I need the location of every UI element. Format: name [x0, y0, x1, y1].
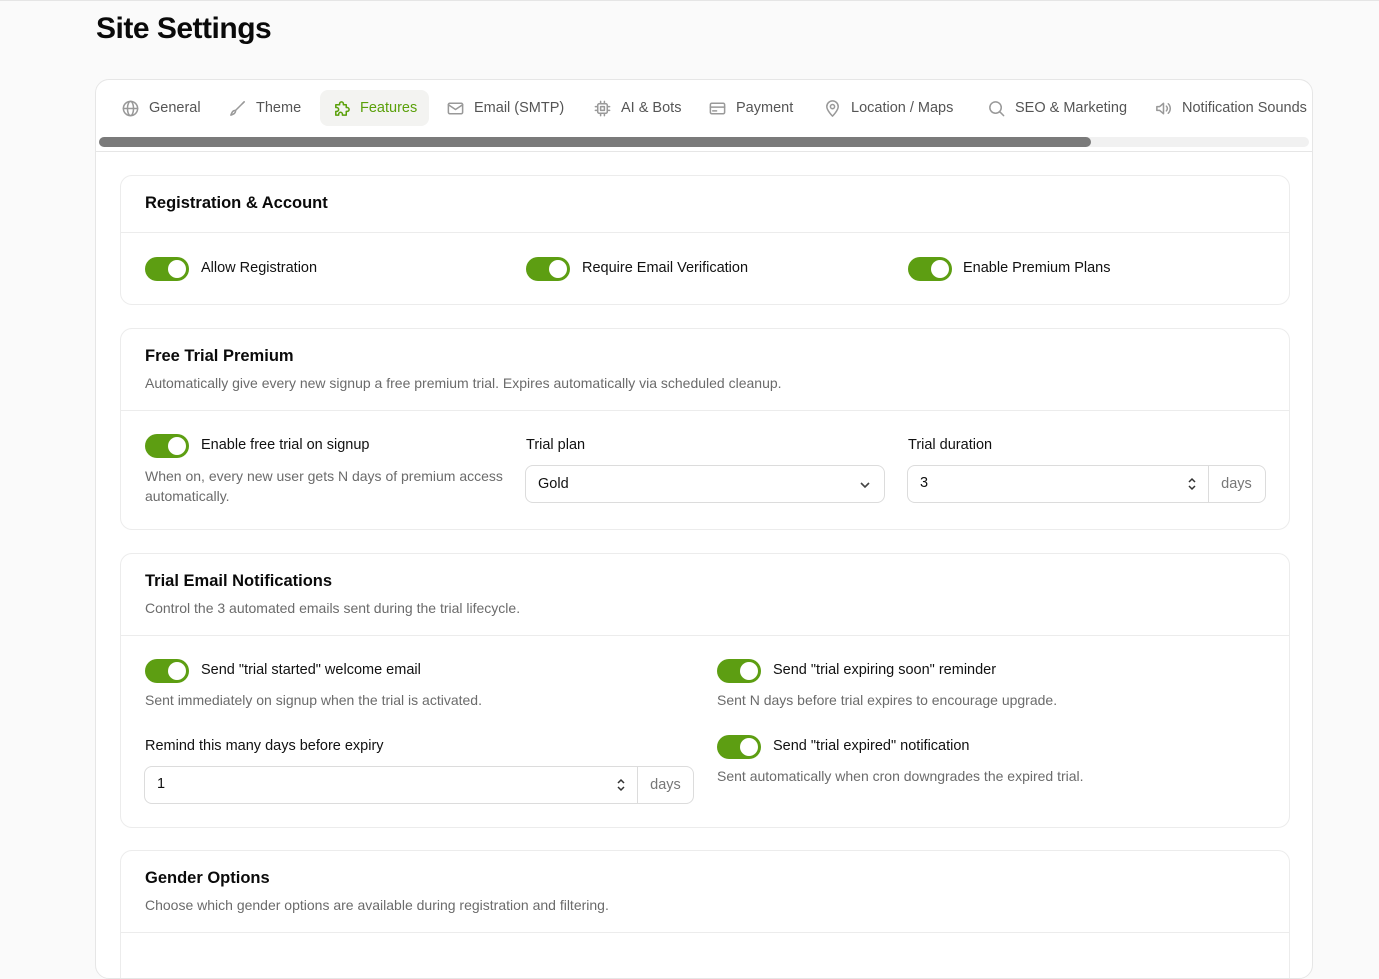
select-value: Gold: [538, 476, 569, 492]
allow-registration-toggle[interactable]: [145, 257, 189, 281]
toggle-label: Allow Registration: [201, 260, 318, 276]
mail-icon: [447, 102, 464, 114]
trial-duration-field: 3 days: [907, 465, 1266, 503]
tab-label: General: [149, 100, 201, 116]
card-title: Free Trial Premium: [145, 347, 294, 365]
trial-expired-notification-toggle[interactable]: [717, 735, 761, 759]
gender-options-card: Gender Options Choose which gender optio…: [120, 850, 1290, 978]
puzzle-icon: [335, 100, 350, 116]
require-email-verification-toggle[interactable]: [526, 257, 570, 281]
trial-expiring-reminder-toggle[interactable]: [717, 659, 761, 683]
card-header: Free Trial Premium Automatically give ev…: [121, 329, 1289, 411]
card-title: Registration & Account: [145, 194, 328, 212]
toggle-help-text: Sent immediately on signup when the tria…: [145, 692, 482, 708]
tab-label: Notification Sounds: [1182, 100, 1307, 116]
tab-email-smtp[interactable]: Email (SMTP): [434, 90, 576, 126]
input-value: 1: [157, 776, 166, 792]
stepper-icon[interactable]: [1186, 476, 1198, 492]
stepper-icon[interactable]: [615, 777, 627, 793]
remind-days-input[interactable]: 1: [145, 767, 638, 803]
chip-icon: [594, 100, 611, 116]
toggle-label: Enable free trial on signup: [201, 437, 370, 453]
tab-notification-sounds[interactable]: Notification Sounds: [1142, 90, 1312, 126]
trial-duration-input[interactable]: 3: [908, 466, 1209, 502]
remind-days-label: Remind this many days before expiry: [145, 738, 384, 754]
brush-icon: [230, 100, 245, 116]
page-title: Site Settings: [96, 12, 272, 45]
trial-started-email-toggle[interactable]: [145, 659, 189, 683]
card-header: Registration & Account: [121, 176, 1289, 233]
tab-label: Payment: [736, 100, 794, 116]
registration-card: Registration & Account Allow Registratio…: [120, 175, 1290, 305]
remind-unit: days: [650, 777, 681, 793]
top-divider: [0, 0, 1379, 1]
toggle-label: Send "trial expiring soon" reminder: [773, 662, 997, 678]
tab-theme[interactable]: Theme: [216, 90, 313, 126]
card-header: Gender Options Choose which gender optio…: [121, 851, 1289, 933]
speaker-icon: [1156, 102, 1171, 114]
tab-label: Theme: [256, 100, 302, 116]
tab-location-maps[interactable]: Location / Maps: [811, 90, 965, 126]
settings-tabs: General Theme Features Email (SMTP) AI &…: [96, 80, 1312, 152]
tabs-scrollbar-thumb[interactable]: [99, 137, 1091, 147]
card-description: Choose which gender options are availabl…: [145, 897, 609, 913]
toggle-label: Send "trial started" welcome email: [201, 662, 421, 678]
map-pin-icon: [826, 99, 839, 117]
duration-unit: days: [1221, 476, 1252, 492]
card-description: Automatically give every new signup a fr…: [145, 375, 782, 391]
trial-duration-label: Trial duration: [908, 437, 993, 453]
toggle-help-text: Sent automatically when cron downgrades …: [717, 768, 1084, 784]
tab-label: SEO & Marketing: [1015, 100, 1128, 116]
card-description: Control the 3 automated emails sent duri…: [145, 600, 521, 616]
trial-emails-card: Trial Email Notifications Control the 3 …: [120, 553, 1290, 828]
tab-label: Location / Maps: [851, 100, 954, 116]
tab-general[interactable]: General: [109, 90, 213, 126]
trial-plan-label: Trial plan: [526, 437, 586, 453]
tab-ai-bots[interactable]: AI & Bots: [581, 90, 693, 126]
remind-days-field: 1 days: [144, 766, 694, 804]
enable-free-trial-toggle[interactable]: [145, 434, 189, 458]
settings-panel: General Theme Features Email (SMTP) AI &…: [95, 79, 1313, 979]
toggle-label: Send "trial expired" notification: [773, 738, 970, 754]
enable-premium-plans-toggle[interactable]: [908, 257, 952, 281]
tab-payment[interactable]: Payment: [696, 90, 805, 126]
card-title: Trial Email Notifications: [145, 572, 333, 590]
chevron-down-icon: [860, 482, 870, 489]
tab-label: Email (SMTP): [474, 100, 565, 116]
tab-label: AI & Bots: [621, 100, 682, 116]
toggle-label: Require Email Verification: [582, 260, 749, 276]
tabs-scrollbar[interactable]: [99, 137, 1309, 147]
free-trial-card: Free Trial Premium Automatically give ev…: [120, 328, 1290, 530]
toggle-label: Enable Premium Plans: [963, 260, 1111, 276]
card-title: Gender Options: [145, 869, 270, 887]
tab-features[interactable]: Features: [320, 90, 430, 126]
tab-label: Features: [360, 100, 418, 116]
credit-card-icon: [709, 102, 726, 114]
toggle-help-text: When on, every new user gets N days of p…: [145, 468, 503, 504]
trial-plan-select[interactable]: Gold: [525, 465, 885, 503]
toggle-help-text: Sent N days before trial expires to enco…: [717, 692, 1058, 708]
tab-seo-marketing[interactable]: SEO & Marketing: [975, 90, 1139, 126]
card-header: Trial Email Notifications Control the 3 …: [121, 554, 1289, 636]
globe-icon: [122, 100, 139, 116]
search-icon: [989, 100, 1005, 116]
input-value: 3: [920, 475, 929, 491]
